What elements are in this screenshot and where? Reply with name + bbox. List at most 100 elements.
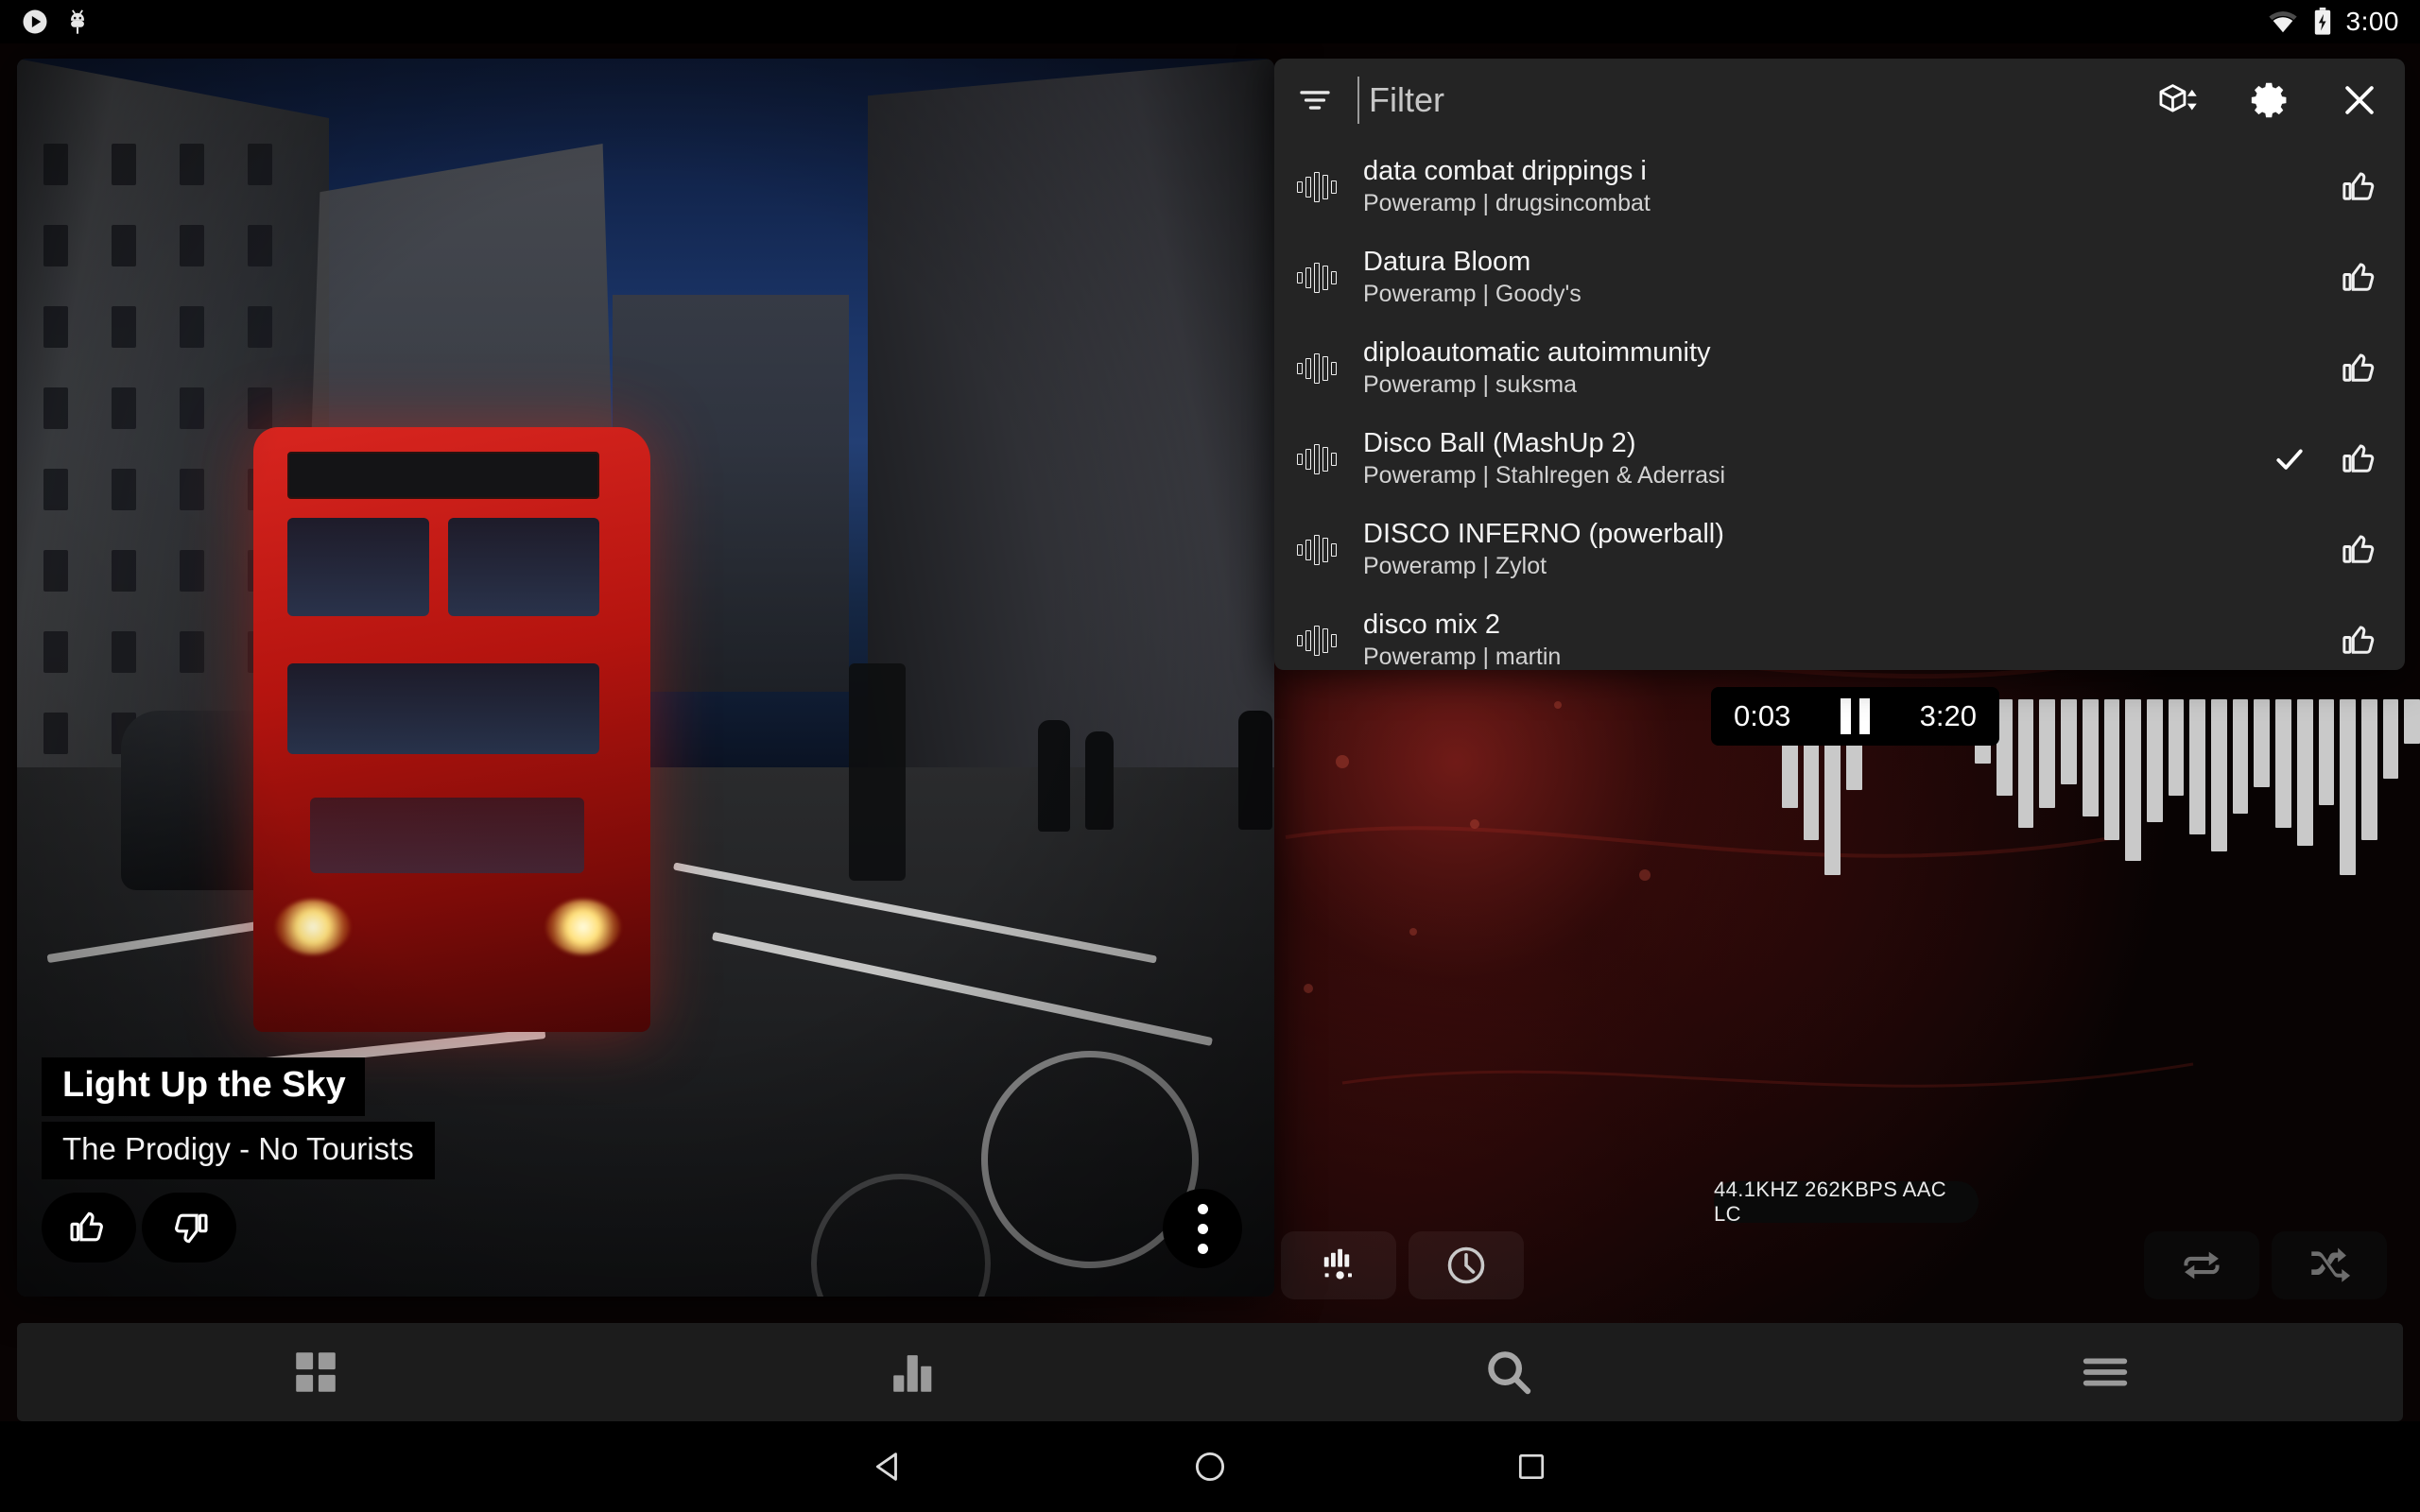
visualizer-bar <box>2189 699 2206 834</box>
filter-icon[interactable] <box>1295 80 1335 120</box>
track-icon-slot <box>1295 350 1339 387</box>
sleep-timer-button[interactable] <box>1409 1231 1524 1299</box>
track-text: diploautomatic autoimmunity Poweramp | su… <box>1363 337 2246 398</box>
track-title: data combat drippings i <box>1363 156 1647 187</box>
track-thumbs-up-button[interactable] <box>2341 439 2380 479</box>
track-actions <box>2271 439 2380 479</box>
visualizer-bar <box>2275 699 2291 829</box>
album-art-overflow-button[interactable] <box>1163 1189 1242 1268</box>
waveform-icon <box>1297 440 1337 478</box>
track-thumbs-up-button[interactable] <box>2341 167 2380 207</box>
repeat-icon <box>2184 1251 2220 1280</box>
thumbs-up-icon <box>2342 626 2375 654</box>
status-bar-clock: 3:00 <box>2345 7 2399 36</box>
system-home-button[interactable] <box>1167 1424 1253 1509</box>
system-back-button[interactable] <box>846 1424 931 1509</box>
equalizer-icon <box>1323 1248 1352 1280</box>
nav-search-button[interactable] <box>1210 1323 1806 1421</box>
nav-equalizer-button[interactable] <box>614 1323 1210 1421</box>
grid-icon <box>295 1352 336 1392</box>
visualizer-bar <box>2125 699 2141 861</box>
track-title: diploautomatic autoimmunity <box>1363 337 1711 369</box>
now-playing-subtitle: The Prodigy - No Tourists <box>42 1122 435 1179</box>
visualizer-bar <box>2296 699 2313 846</box>
track-text: Datura Bloom Poweramp | Goody's <box>1363 247 2246 307</box>
track-list-item[interactable]: diploautomatic autoimmunity Poweramp | su… <box>1274 323 2405 414</box>
track-actions <box>2271 167 2380 207</box>
visualizer-bar <box>2103 699 2120 840</box>
waveform-icon <box>1297 259 1337 297</box>
track-thumbs-up-button[interactable] <box>2341 349 2380 388</box>
overflow-menu-icon <box>1197 1223 1208 1234</box>
track-icon-slot <box>1295 622 1339 660</box>
back-triangle-icon <box>875 1452 897 1481</box>
waveform-icon <box>1297 622 1337 660</box>
battery-charging-icon <box>2312 8 2333 36</box>
visualizer-bar <box>2061 699 2077 784</box>
track-list-item[interactable]: data combat drippings i Poweramp | drugsi… <box>1274 142 2405 232</box>
playlist-panel: data combat drippings i Poweramp | drugsi… <box>1274 59 2405 670</box>
bottom-navigation-bar <box>17 1323 2403 1421</box>
nav-library-button[interactable] <box>17 1323 614 1421</box>
visualizer-bar <box>2039 699 2056 808</box>
audio-format-badge: 44.1KHZ 262KBPS AAC LC <box>1714 1177 1979 1226</box>
wifi-icon <box>2267 9 2299 35</box>
playback-progress-indicator[interactable]: 0:03 3:20 <box>1711 687 1999 746</box>
waveform-icon <box>1297 531 1337 569</box>
thumbs-down-button[interactable] <box>142 1193 236 1263</box>
bar-chart-icon <box>892 1355 931 1392</box>
track-actions <box>2271 530 2380 570</box>
track-list-item[interactable]: Datura Bloom Poweramp | Goody's <box>1274 232 2405 323</box>
track-icon-slot <box>1295 168 1339 206</box>
system-recents-button[interactable] <box>1489 1424 1574 1509</box>
track-icon-slot <box>1295 531 1339 569</box>
status-bar-system-icons: 3:00 <box>2267 7 2400 37</box>
home-circle-icon <box>1195 1452 1225 1482</box>
thumbs-up-icon <box>2342 444 2375 472</box>
track-subtitle: Poweramp | Zylot <box>1363 553 1547 580</box>
waveform-icon <box>1297 350 1337 387</box>
track-list-item[interactable]: disco mix 2 Poweramp | martin <box>1274 595 2405 670</box>
total-duration: 3:20 <box>1919 699 1977 732</box>
sort-cube-button[interactable] <box>2157 80 2201 120</box>
track-list: data combat drippings i Poweramp | drugsi… <box>1274 142 2405 670</box>
thumbs-down-icon <box>175 1213 208 1244</box>
album-art-panel[interactable]: Light Up the Sky The Prodigy - No Touris… <box>17 59 1274 1297</box>
thumbs-up-icon <box>2342 353 2375 382</box>
visualizer-bar <box>2318 699 2335 805</box>
track-text: DISCO INFERNO (powerball) Poweramp | Zylo… <box>1363 519 2246 580</box>
visualizer-bar <box>2017 699 2034 829</box>
track-thumbs-up-button[interactable] <box>2341 258 2380 298</box>
hamburger-menu-icon <box>2083 1358 2127 1386</box>
close-button[interactable] <box>2339 79 2380 121</box>
android-status-bar: 3:00 <box>0 0 2420 43</box>
track-text: disco mix 2 Poweramp | martin <box>1363 610 2246 670</box>
track-actions <box>2271 621 2380 661</box>
track-thumbs-up-button[interactable] <box>2341 621 2380 661</box>
repeat-button[interactable] <box>2144 1231 2259 1299</box>
elapsed-time: 0:03 <box>1734 699 1791 732</box>
visualizer-bar <box>2146 699 2163 823</box>
equalizer-button[interactable] <box>1281 1231 1396 1299</box>
pause-icon[interactable] <box>1841 698 1870 734</box>
track-text: data combat drippings i Poweramp | drugsi… <box>1363 156 2246 216</box>
track-icon-slot <box>1295 259 1339 297</box>
filter-input[interactable] <box>1357 77 2129 124</box>
track-subtitle: Poweramp | Stahlregen & Aderrasi <box>1363 462 1726 490</box>
visualizer-bar <box>2232 699 2249 814</box>
track-thumbs-up-button[interactable] <box>2341 530 2380 570</box>
visualizer-bar <box>2404 699 2420 744</box>
rating-buttons <box>42 1193 435 1263</box>
now-playing-title: Light Up the Sky <box>42 1057 365 1117</box>
visualizer-bar <box>2211 699 2227 852</box>
shuffle-button[interactable] <box>2272 1231 2387 1299</box>
audio-format-text: 44.1KHZ 262KBPS AAC LC <box>1714 1177 1947 1226</box>
track-list-item[interactable]: Disco Ball (MashUp 2) Poweramp | Stahlreg… <box>1274 414 2405 505</box>
cube-sort-icon <box>2159 84 2197 112</box>
track-actions <box>2271 349 2380 388</box>
settings-button[interactable] <box>2248 78 2291 122</box>
thumbs-up-button[interactable] <box>42 1193 136 1263</box>
nav-menu-button[interactable] <box>1806 1323 2403 1421</box>
recents-square-icon <box>1518 1453 1545 1480</box>
track-list-item[interactable]: DISCO INFERNO (powerball) Poweramp | Zylo… <box>1274 505 2405 595</box>
